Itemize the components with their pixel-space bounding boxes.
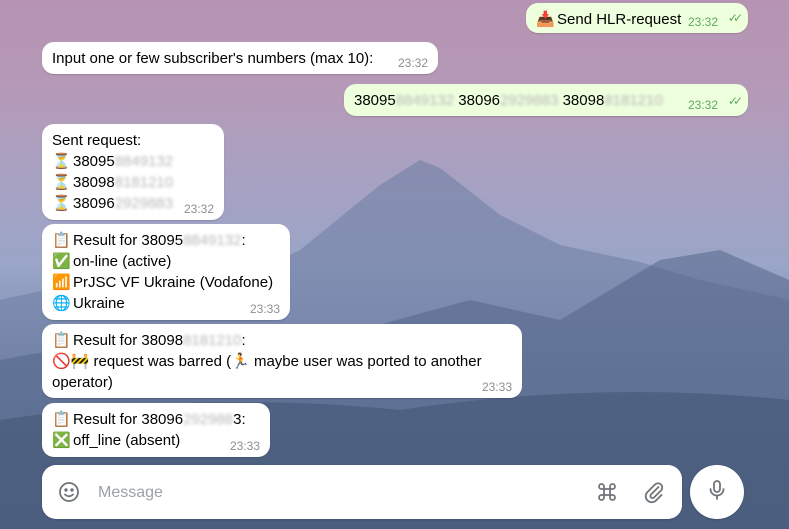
clipboard-icon: 📋 bbox=[52, 232, 71, 249]
message-input[interactable] bbox=[96, 477, 530, 509]
paperclip-icon[interactable] bbox=[639, 477, 669, 507]
result-header: 📋 Result for 380958849132: bbox=[52, 232, 246, 249]
globe-icon: 🌐 bbox=[52, 295, 71, 312]
message-time: 23:33 bbox=[481, 380, 512, 394]
result-status-cont: operator) bbox=[52, 374, 113, 391]
smile-icon[interactable] bbox=[54, 477, 84, 507]
double-check-icon: ✓✓ bbox=[727, 94, 743, 108]
command-icon[interactable] bbox=[592, 477, 622, 507]
message-result-3[interactable]: 📋 Result for 380962929883: ❎ off_line (abs… bbox=[42, 403, 270, 457]
phone-number: 380962929883 bbox=[458, 92, 559, 109]
microphone-button[interactable] bbox=[690, 465, 744, 519]
message-result-1[interactable]: 📋 Result for 380958849132: ✅ on-line (acti… bbox=[42, 224, 290, 320]
message-composer bbox=[42, 465, 682, 519]
barred-icon: 🚫🚧 bbox=[52, 353, 90, 370]
hourglass-icon: ⏳ bbox=[52, 153, 71, 170]
message-send-hlr[interactable]: 📥 Send HLR-request 23:32 ✓✓ bbox=[526, 3, 748, 33]
hourglass-icon: ⏳ bbox=[52, 174, 71, 191]
phone-number: 380958849132 bbox=[354, 92, 455, 109]
result-status: ✅ on-line (active) bbox=[52, 253, 172, 270]
double-check-icon: ✓✓ bbox=[727, 11, 743, 25]
result-status: 🚫🚧 request was barred (🏃 maybe user was … bbox=[52, 353, 482, 370]
hourglass-icon: ⏳ bbox=[52, 195, 71, 212]
microphone-icon bbox=[705, 478, 729, 506]
message-title: Sent request: bbox=[52, 132, 142, 149]
result-header: 📋 Result for 380988181210: bbox=[52, 332, 246, 349]
message-result-2[interactable]: 📋 Result for 380988181210: 🚫🚧 request was… bbox=[42, 324, 522, 398]
runner-icon: 🏃 bbox=[231, 353, 250, 370]
cross-mark-icon: ❎ bbox=[52, 432, 71, 449]
message-text: Send HLR-request bbox=[557, 11, 682, 28]
message-numbers[interactable]: 380958849132 380962929883 380988181210 2… bbox=[344, 84, 748, 116]
clipboard-icon: 📋 bbox=[52, 332, 71, 349]
message-time: 23:32 bbox=[687, 15, 718, 29]
message-time: 23:33 bbox=[249, 302, 280, 316]
clipboard-icon: 📋 bbox=[52, 411, 71, 428]
message-input-prompt[interactable]: Input one or few subscriber's numbers (m… bbox=[42, 42, 438, 74]
phone-number: 380988181210 bbox=[562, 92, 663, 109]
message-time: 23:33 bbox=[229, 439, 260, 453]
result-header: 📋 Result for 380962929883: bbox=[52, 411, 246, 428]
message-sent-request[interactable]: Sent request: ⏳ 380958849132 ⏳ 38098818121… bbox=[42, 124, 224, 220]
result-status: ❎ off_line (absent) bbox=[52, 432, 181, 449]
check-mark-icon: ✅ bbox=[52, 253, 71, 270]
result-country: 🌐 Ukraine bbox=[52, 295, 125, 312]
request-line: ⏳ 380958849132 bbox=[52, 153, 174, 170]
inbox-tray-icon: 📥 bbox=[536, 11, 555, 28]
result-operator: 📶 PrJSC VF Ukraine (Vodafone) bbox=[52, 274, 274, 291]
signal-bars-icon: 📶 bbox=[52, 274, 71, 291]
message-time: 23:32 bbox=[687, 98, 718, 112]
message-text: Input one or few subscriber's numbers (m… bbox=[52, 50, 374, 67]
message-time: 23:32 bbox=[397, 56, 428, 70]
message-time: 23:32 bbox=[183, 202, 214, 216]
request-line: ⏳ 380988181210 bbox=[52, 174, 174, 191]
